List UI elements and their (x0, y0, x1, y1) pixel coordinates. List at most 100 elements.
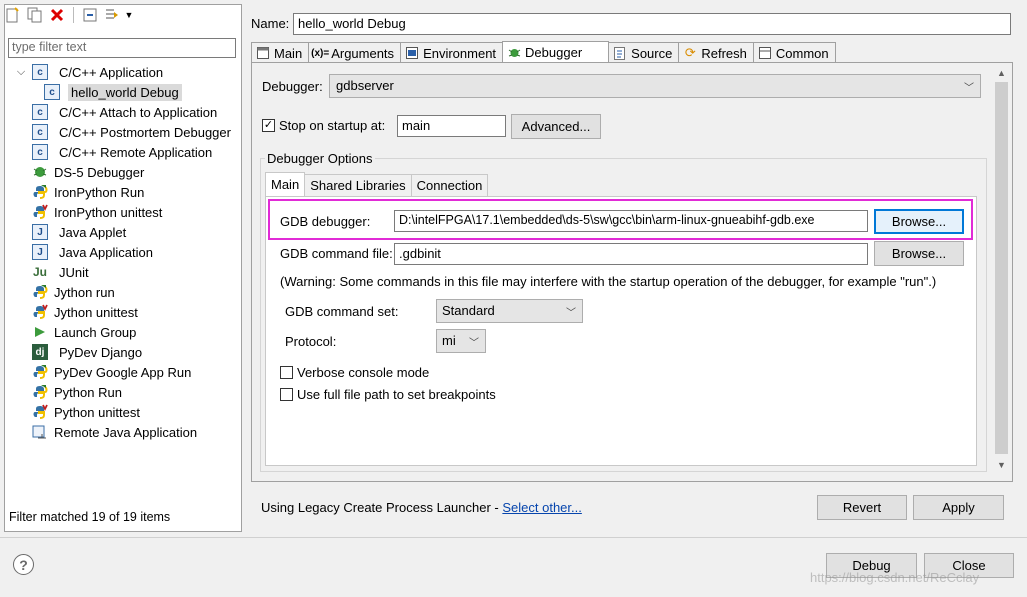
tree-item[interactable]: IronPython Run (10, 182, 236, 202)
tree-item-label: IronPython Run (54, 184, 145, 200)
chevron-down-icon: ﹀ (964, 83, 974, 94)
tree-item[interactable]: c C/C++ Attach to Application (10, 102, 236, 122)
python-unittest-icon (32, 204, 48, 220)
tree-item[interactable]: c hello_world Debug (10, 82, 236, 102)
full-path-checkbox[interactable]: Use full file path to set breakpoints (280, 387, 496, 402)
subtab-main[interactable]: Main (265, 172, 306, 196)
tree-item[interactable]: J Java Application (10, 242, 236, 262)
protocol-label: Protocol: (285, 334, 337, 349)
duplicate-icon[interactable] (26, 6, 44, 24)
tree-item-label: Launch Group (54, 324, 137, 340)
tab-label: Debugger (525, 45, 583, 60)
tab-label: Source (631, 45, 673, 61)
launch-group-icon (32, 324, 48, 340)
tree-item[interactable]: c C/C++ Remote Application (10, 142, 236, 162)
verbose-console-checkbox[interactable]: Verbose console mode (280, 365, 429, 380)
debugger-options-legend: Debugger Options (265, 151, 375, 166)
launcher-text: Using Legacy Create Process Launcher - (261, 500, 503, 515)
c-app-icon: c (32, 144, 53, 160)
filter-icon[interactable] (103, 6, 121, 24)
scroll-up-icon[interactable]: ▲ (993, 64, 1010, 81)
tab-label: Main (274, 45, 303, 61)
gdb-command-file-label: GDB command file: (280, 246, 393, 261)
remote-java-icon (32, 424, 48, 440)
new-config-icon[interactable] (4, 6, 22, 24)
python-icon (32, 364, 48, 380)
tree-item-label: Python Run (54, 384, 122, 400)
tree-item-label: Jython unittest (54, 304, 138, 320)
stop-on-startup-checkbox[interactable]: ✓ Stop on startup at: (262, 118, 385, 133)
python-icon (32, 184, 48, 200)
stop-on-startup-label: Stop on startup at: (279, 118, 386, 133)
gdb-command-set-select[interactable]: Standard ﹀ (436, 299, 583, 323)
tab-refresh[interactable]: ⟳ Refresh (678, 42, 754, 63)
tab-environment[interactable]: Environment (400, 42, 504, 63)
subtab-connection[interactable]: Connection (410, 174, 489, 196)
tree-item[interactable]: Python Run (10, 382, 236, 402)
gdb-browse-button[interactable]: Browse... (874, 209, 964, 234)
gdb-command-file-field[interactable]: .gdbinit (394, 243, 868, 265)
scroll-thumb[interactable] (995, 82, 1008, 454)
filter-input[interactable]: type filter text (8, 38, 236, 58)
tree-item[interactable]: Python unittest (10, 402, 236, 422)
name-label: Name: (251, 16, 290, 31)
help-icon[interactable]: ? (13, 554, 34, 575)
tree-item[interactable]: Ju JUnit (10, 262, 236, 282)
divider (0, 537, 1027, 538)
tab-debugger[interactable]: Debugger (502, 41, 610, 63)
chevron-down-icon[interactable]: ⌵ (10, 66, 32, 79)
tree-item[interactable]: IronPython unittest (10, 202, 236, 222)
apply-button[interactable]: Apply (913, 495, 1004, 520)
dropdown-arrow-icon[interactable]: ▼ (125, 6, 134, 24)
python-unittest-icon (32, 304, 48, 320)
advanced-button[interactable]: Advanced... (511, 114, 601, 139)
name-field[interactable]: hello_world Debug (293, 13, 1011, 35)
tab-common[interactable]: Common (752, 42, 836, 63)
tab-arguments[interactable]: (x)= Arguments (308, 42, 402, 63)
java-applet-icon: J (32, 224, 53, 240)
debugger-bug-icon (507, 46, 521, 60)
tree-item[interactable]: J Java Applet (10, 222, 236, 242)
delete-icon[interactable] (48, 6, 66, 24)
tree-item-label: JUnit (59, 264, 89, 280)
command-set-value: Standard (442, 303, 495, 318)
tree-item[interactable]: Launch Group (10, 322, 236, 342)
tree-item-label: C/C++ Postmortem Debugger (59, 124, 231, 140)
protocol-select[interactable]: mi ﹀ (436, 329, 486, 353)
revert-button[interactable]: Revert (817, 495, 907, 520)
gdb-debugger-label: GDB debugger: (280, 214, 371, 229)
stop-on-startup-field[interactable]: main (397, 115, 506, 137)
left-toolbar: ▼ (4, 4, 133, 26)
launcher-info: Using Legacy Create Process Launcher - S… (261, 500, 582, 515)
toolbar-separator (73, 7, 74, 23)
tab-main[interactable]: Main (251, 42, 310, 63)
tree-item[interactable]: Jython unittest (10, 302, 236, 322)
tree-item-label: Python unittest (54, 404, 140, 420)
junit-icon: Ju (32, 265, 47, 279)
tab-source[interactable]: Source (608, 42, 680, 63)
tree-item[interactable]: dj PyDev Django (10, 342, 236, 362)
chevron-down-icon: ﹀ (469, 338, 479, 349)
tree-item-label: IronPython unittest (54, 204, 163, 220)
debugger-select[interactable]: gdbserver ﹀ (329, 74, 981, 98)
tree-item[interactable]: DS-5 Debugger (10, 162, 236, 182)
tree-item-label: PyDev Google App Run (54, 364, 192, 380)
scroll-down-icon[interactable]: ▼ (993, 456, 1010, 473)
tree-item[interactable]: Remote Java Application (10, 422, 236, 442)
c-app-icon: c (32, 64, 53, 80)
collapse-all-icon[interactable] (81, 6, 99, 24)
subtab-shared-libraries[interactable]: Shared Libraries (304, 174, 412, 196)
gdbcmd-browse-button[interactable]: Browse... (874, 241, 964, 266)
c-app-icon: c (32, 124, 53, 140)
tree-item[interactable]: c C/C++ Postmortem Debugger (10, 122, 236, 142)
tree-item[interactable]: ⌵ c C/C++ Application (10, 62, 236, 82)
checkbox-unchecked-icon (280, 388, 293, 401)
common-icon (758, 46, 772, 60)
java-app-icon: J (32, 244, 53, 260)
warning-text: (Warning: Some commands in this file may… (280, 274, 937, 289)
tree-item[interactable]: PyDev Google App Run (10, 362, 236, 382)
select-other-link[interactable]: Select other... (502, 500, 582, 515)
tree-item[interactable]: Jython run (10, 282, 236, 302)
gdb-debugger-field[interactable]: D:\intelFPGA\17.1\embedded\ds-5\sw\gcc\b… (394, 210, 868, 232)
chevron-down-icon: ﹀ (566, 308, 576, 319)
